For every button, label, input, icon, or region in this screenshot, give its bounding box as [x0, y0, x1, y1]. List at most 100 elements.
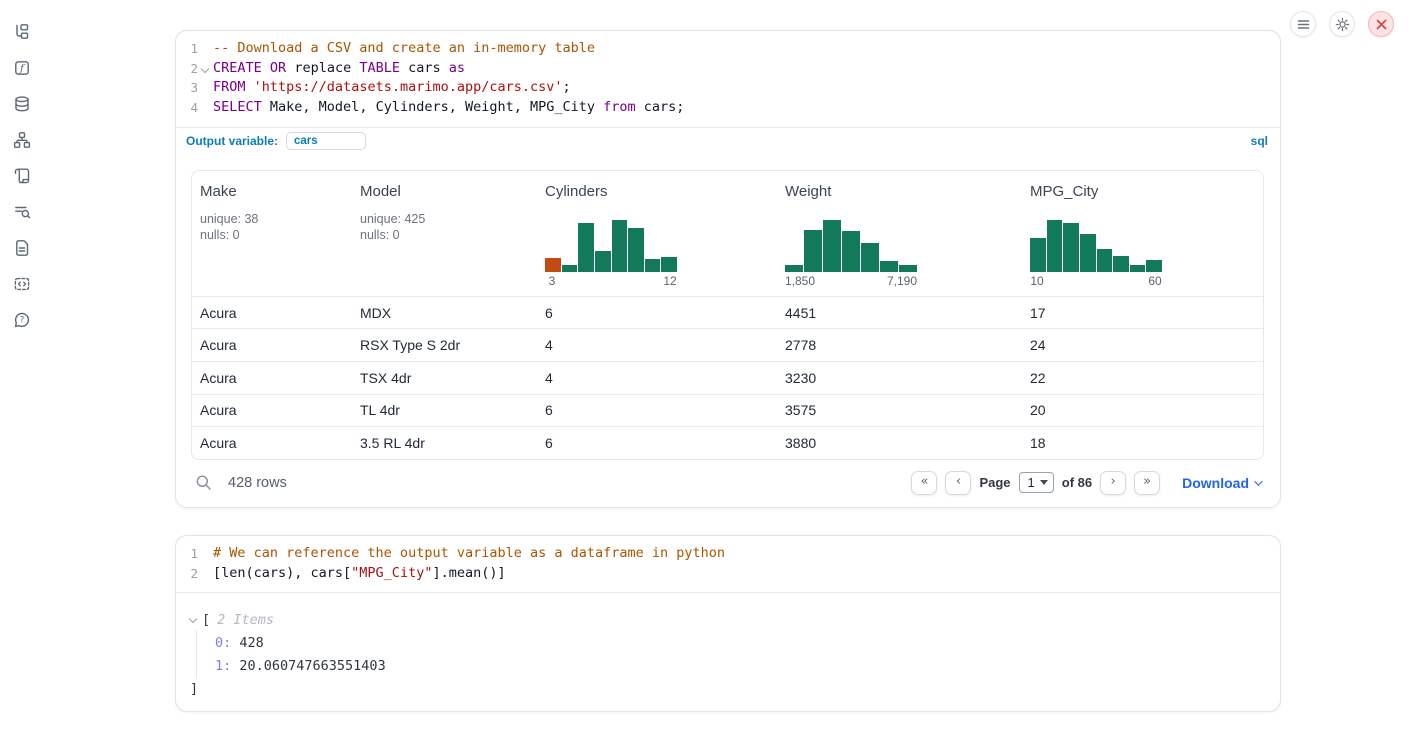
table-row[interactable]: Acura3.5 RL 4dr6388018 [192, 426, 1263, 459]
histogram-max-label: 60 [1148, 274, 1162, 288]
page-select-value: 1 [1028, 475, 1035, 490]
table-row[interactable]: AcuraMDX6445117 [192, 296, 1263, 329]
table-cell: Acura [192, 402, 352, 418]
table-cell: 6 [537, 435, 777, 451]
table-cell: Acura [192, 370, 352, 386]
row-count-label: 428 rows [228, 475, 287, 491]
column-header[interactable]: MPG_City1060 [1022, 171, 1263, 296]
code-line[interactable]: 2[len(cars), cars["MPG_City"].mean()] [176, 564, 1280, 584]
file-explorer-icon[interactable] [13, 23, 31, 41]
table-row[interactable]: AcuraTL 4dr6357520 [192, 394, 1263, 427]
gear-icon [1335, 17, 1350, 32]
close-icon [1376, 19, 1387, 30]
histogram-bar [661, 257, 677, 272]
table-row[interactable]: AcuraRSX Type S 2dr4277824 [192, 328, 1263, 361]
scratchpad-search-icon[interactable] [13, 203, 31, 221]
json-open-row[interactable]: [ 2 Items [190, 610, 1280, 630]
help-icon[interactable]: ? [13, 311, 31, 329]
table-cell: TL 4dr [352, 402, 537, 418]
json-entry[interactable]: 1: 20.060747663551403 [215, 655, 1280, 678]
column-histogram[interactable]: 10 60 [1030, 220, 1162, 288]
column-stat-line: unique: 38 [200, 211, 344, 228]
fold-chevron-icon[interactable] [198, 59, 213, 79]
download-label: Download [1182, 475, 1249, 491]
output-variable-input[interactable] [286, 132, 366, 150]
logs-icon[interactable] [13, 167, 31, 185]
shutdown-button[interactable] [1368, 11, 1394, 37]
table-cell: 3575 [777, 402, 1022, 418]
column-header[interactable]: Cylinders312 [537, 171, 777, 296]
code-line[interactable]: 2CREATE OR replace TABLE cars as [176, 59, 1280, 79]
table-cell: Acura [192, 305, 352, 321]
column-header[interactable]: Modelunique: 425nulls: 0 [352, 171, 537, 296]
table-body: AcuraMDX6445117AcuraRSX Type S 2dr427782… [192, 296, 1263, 459]
histogram-bar [612, 220, 628, 272]
column-header[interactable]: Makeunique: 38nulls: 0 [192, 171, 352, 296]
last-page-button[interactable]: » [1134, 471, 1160, 495]
code-line[interactable]: 4SELECT Make, Model, Cylinders, Weight, … [176, 98, 1280, 118]
histogram-bar [595, 251, 611, 272]
histogram-bar [842, 231, 860, 272]
histogram-bar [1063, 223, 1079, 271]
python-output-area: [ 2 Items 0: 4281: 20.060747663551403 ] [176, 592, 1280, 699]
dependency-graph-icon[interactable] [13, 131, 31, 149]
json-items-count: 2 Items [217, 612, 274, 628]
table-cell: MDX [352, 305, 537, 321]
column-stat-line: unique: 425 [360, 211, 529, 228]
first-page-button[interactable]: « [911, 471, 937, 495]
fold-zone [198, 78, 213, 98]
menu-button[interactable] [1290, 11, 1316, 37]
fold-zone [198, 39, 213, 59]
table-row[interactable]: AcuraTSX 4dr4323022 [192, 361, 1263, 394]
python-cell: 1# We can reference the output variable … [175, 535, 1281, 712]
histogram-min-label: 10 [1030, 274, 1044, 288]
json-entry[interactable]: 0: 428 [215, 632, 1280, 655]
python-file-icon[interactable]: f [13, 59, 31, 77]
histogram-bar [578, 223, 594, 271]
settings-button[interactable] [1329, 11, 1355, 37]
table-cell: TSX 4dr [352, 370, 537, 386]
histogram-min-label: 1,850 [785, 274, 815, 288]
histogram-bar [628, 228, 644, 272]
python-code-editor[interactable]: 1# We can reference the output variable … [176, 536, 1280, 592]
json-value: 20.060747663551403 [231, 658, 385, 674]
column-histogram[interactable]: 312 [545, 220, 677, 288]
sql-code-editor[interactable]: 1-- Download a CSV and create an in-memo… [176, 31, 1280, 127]
search-icon[interactable] [195, 474, 212, 491]
json-value: 428 [231, 635, 264, 651]
download-button[interactable]: Download [1182, 475, 1260, 491]
table-cell: 20 [1022, 402, 1263, 418]
table-cell: 2778 [777, 337, 1022, 353]
table-cell: 18 [1022, 435, 1263, 451]
column-header[interactable]: Weight 1,850 7,190 [777, 171, 1022, 296]
histogram-bar [785, 265, 803, 272]
code-line[interactable]: 3 FROM 'https://datasets.marimo.app/cars.… [176, 78, 1280, 98]
snippets-icon[interactable] [13, 275, 31, 293]
sql-cell: 1-- Download a CSV and create an in-memo… [175, 30, 1281, 508]
histogram-axis-labels: 1,850 7,190 [785, 274, 917, 288]
histogram-bar [645, 259, 661, 271]
column-histogram[interactable]: 1,850 7,190 [785, 220, 917, 288]
code-line[interactable]: 1# We can reference the output variable … [176, 544, 1280, 564]
column-title: Weight [785, 183, 1014, 200]
histogram-bar [1030, 238, 1046, 272]
histogram-bars [1030, 220, 1162, 272]
datasources-icon[interactable] [13, 95, 31, 113]
topbar [1290, 11, 1394, 37]
collapse-chevron-icon[interactable] [189, 615, 197, 623]
column-stat-line: nulls: 0 [360, 227, 529, 244]
code-line[interactable]: 1-- Download a CSV and create an in-memo… [176, 39, 1280, 59]
table-header-row: Makeunique: 38nulls: 0Modelunique: 425nu… [192, 171, 1263, 296]
next-page-button[interactable]: › [1100, 471, 1126, 495]
prev-page-button[interactable]: ‹ [945, 471, 971, 495]
histogram-bar [823, 220, 841, 272]
line-number: 3 [176, 78, 198, 98]
column-stats: unique: 425nulls: 0 [360, 211, 529, 244]
page-select[interactable]: 1 [1019, 472, 1054, 493]
documentation-icon[interactable] [13, 239, 31, 257]
histogram-bar [899, 265, 917, 272]
code-text: FROM 'https://datasets.marimo.app/cars.c… [213, 78, 571, 98]
histogram-max-label: 7,190 [887, 274, 917, 288]
histogram-bar [1113, 256, 1129, 272]
histogram-bars [785, 220, 917, 272]
